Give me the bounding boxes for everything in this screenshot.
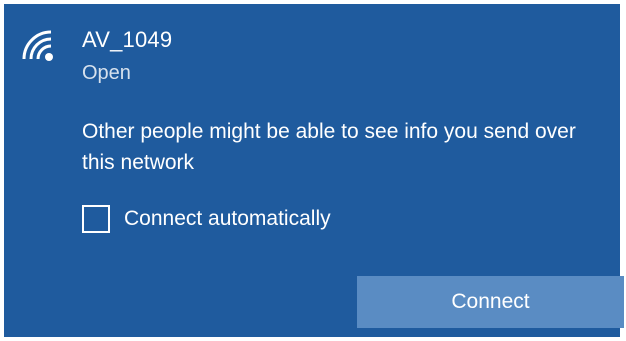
network-status: Open <box>82 62 131 84</box>
connect-automatically-checkbox[interactable] <box>82 205 110 233</box>
connect-automatically-option[interactable]: Connect automatically <box>82 204 331 234</box>
network-name: AV_1049 <box>82 27 173 52</box>
wifi-network-flyout: AV_1049 Open Other people might be able … <box>4 4 624 337</box>
connect-automatically-label: Connect automatically <box>124 207 331 230</box>
wifi-icon <box>18 26 58 66</box>
connect-button[interactable]: Connect <box>357 276 624 328</box>
security-warning: Other people might be able to see info y… <box>82 120 576 174</box>
